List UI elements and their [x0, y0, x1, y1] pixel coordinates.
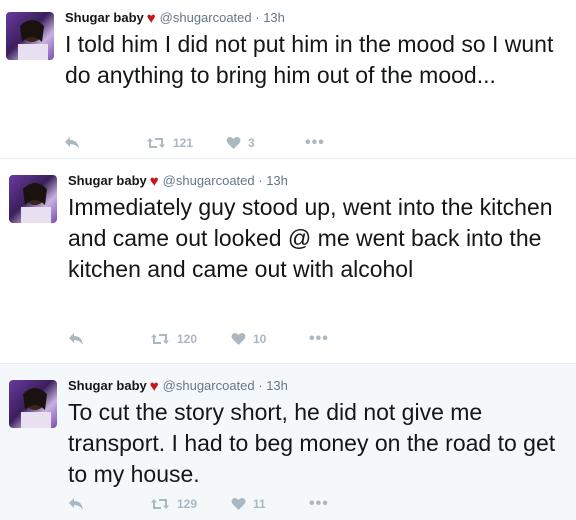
more-button[interactable]: •••: [305, 133, 325, 153]
tweet-header: Shugar baby ♥ @shugarcoated · 13h: [65, 10, 285, 27]
user-handle[interactable]: @shugarcoated: [163, 378, 255, 393]
user-name[interactable]: Shugar baby: [68, 173, 147, 188]
tweet-text: Immediately guy stood up, went into the …: [68, 194, 553, 282]
tweet-actions: 120 10 •••: [0, 329, 576, 349]
user-handle[interactable]: @shugarcoated: [160, 10, 252, 25]
more-dots-icon: •••: [309, 330, 329, 347]
timestamp[interactable]: · 13h: [258, 378, 288, 393]
avatar[interactable]: [9, 380, 57, 428]
tweet-text: To cut the story short, he did not give …: [68, 399, 556, 487]
user-name[interactable]: Shugar baby: [68, 378, 147, 393]
tweet-header: Shugar baby ♥ @shugarcoated · 13h: [68, 378, 288, 395]
retweet-count: 129: [177, 497, 198, 511]
retweet-button[interactable]: 129: [150, 494, 197, 514]
tweet-header: Shugar baby ♥ @shugarcoated · 13h: [68, 173, 288, 190]
avatar[interactable]: [6, 12, 54, 60]
timestamp[interactable]: · 13h: [255, 10, 285, 25]
reply-icon: [65, 137, 79, 149]
reply-icon: [69, 333, 83, 345]
more-button[interactable]: •••: [309, 329, 329, 349]
tweet-2[interactable]: Shugar baby ♥ @shugarcoated · 13h Immediat…: [0, 158, 576, 355]
like-button[interactable]: 10: [231, 329, 266, 349]
reply-icon: [69, 498, 83, 510]
like-heart-icon: [231, 333, 246, 345]
tweet-1[interactable]: Shugar baby ♥ @shugarcoated · 13h I told h…: [0, 0, 576, 158]
retweet-button[interactable]: 120: [150, 329, 197, 349]
like-button[interactable]: 11: [231, 494, 266, 514]
retweet-icon: [151, 334, 169, 344]
retweet-count: 120: [177, 332, 198, 346]
reply-button[interactable]: [68, 494, 84, 514]
heart-icon: ♥: [149, 378, 159, 395]
heart-icon: ♥: [149, 173, 159, 190]
like-heart-icon: [231, 498, 246, 510]
tweet-actions: 129 11 •••: [0, 494, 576, 514]
like-count: 10: [253, 332, 267, 346]
tweet-actions: 121 3 •••: [0, 133, 576, 153]
like-heart-icon: [226, 137, 241, 149]
like-count: 3: [248, 136, 255, 150]
tweet-3[interactable]: Shugar baby ♥ @shugarcoated · 13h To cut t…: [0, 363, 576, 520]
like-count: 11: [253, 497, 266, 511]
avatar[interactable]: [9, 175, 57, 223]
more-button[interactable]: •••: [309, 494, 329, 514]
reply-button[interactable]: [64, 133, 80, 153]
retweet-icon: [151, 499, 169, 509]
tweet-text: I told him I did not put him in the mood…: [65, 31, 554, 88]
more-dots-icon: •••: [305, 134, 325, 151]
retweet-icon: [147, 138, 165, 148]
reply-button[interactable]: [68, 329, 84, 349]
user-handle[interactable]: @shugarcoated: [163, 173, 255, 188]
timestamp[interactable]: · 13h: [258, 173, 288, 188]
retweet-count: 121: [173, 136, 194, 150]
retweet-button[interactable]: 121: [146, 133, 193, 153]
heart-icon: ♥: [146, 10, 156, 27]
more-dots-icon: •••: [309, 495, 329, 512]
like-button[interactable]: 3: [226, 133, 255, 153]
user-name[interactable]: Shugar baby: [65, 10, 144, 25]
